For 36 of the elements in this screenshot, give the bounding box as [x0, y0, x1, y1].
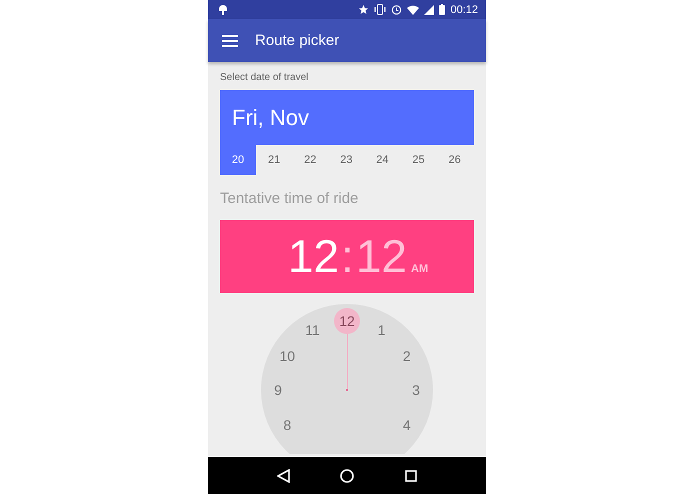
- alarm-icon: [391, 4, 402, 15]
- day-tab[interactable]: 22: [292, 145, 328, 175]
- period-label[interactable]: AM: [411, 233, 428, 306]
- vibrate-icon: [374, 4, 386, 15]
- minute-value[interactable]: 12: [356, 220, 407, 293]
- date-header: Fri, Nov: [220, 90, 474, 145]
- day-tab[interactable]: 24: [364, 145, 400, 175]
- hour-number[interactable]: 11: [300, 317, 326, 344]
- day-tab[interactable]: 26: [436, 145, 473, 175]
- hour-number[interactable]: 3: [403, 377, 429, 403]
- battery-icon: [439, 4, 446, 15]
- day-tab[interactable]: 23: [328, 145, 364, 175]
- day-tab[interactable]: 20: [220, 145, 256, 175]
- day-tab[interactable]: 25: [400, 145, 437, 175]
- star-icon: [358, 4, 370, 15]
- hour-number[interactable]: 10: [274, 342, 300, 368]
- hour-number[interactable]: 4: [394, 412, 420, 438]
- recents-icon[interactable]: [404, 470, 417, 482]
- hour-number[interactable]: 2: [394, 342, 420, 368]
- menu-icon[interactable]: [222, 34, 238, 46]
- wifi-icon: [407, 4, 420, 14]
- hour-number[interactable]: 12: [334, 308, 360, 334]
- hour-value[interactable]: 12: [288, 220, 340, 293]
- app-title: Route picker: [255, 32, 340, 49]
- signal-icon: [424, 4, 434, 14]
- hour-number[interactable]: 9: [265, 377, 291, 403]
- day-tab[interactable]: 21: [256, 145, 292, 175]
- clock-dial[interactable]: 12 11 1 10 2 9 3 8 4: [261, 304, 433, 454]
- hour-number[interactable]: 8: [274, 412, 300, 438]
- status-time: 00:12: [450, 4, 478, 16]
- time-separator: :: [341, 229, 354, 284]
- back-icon[interactable]: [277, 468, 290, 482]
- hour-number[interactable]: 1: [368, 317, 394, 344]
- date-label: Select date of travel: [220, 72, 310, 83]
- home-icon[interactable]: [340, 468, 354, 482]
- time-label: Tentative time of ride: [220, 190, 360, 207]
